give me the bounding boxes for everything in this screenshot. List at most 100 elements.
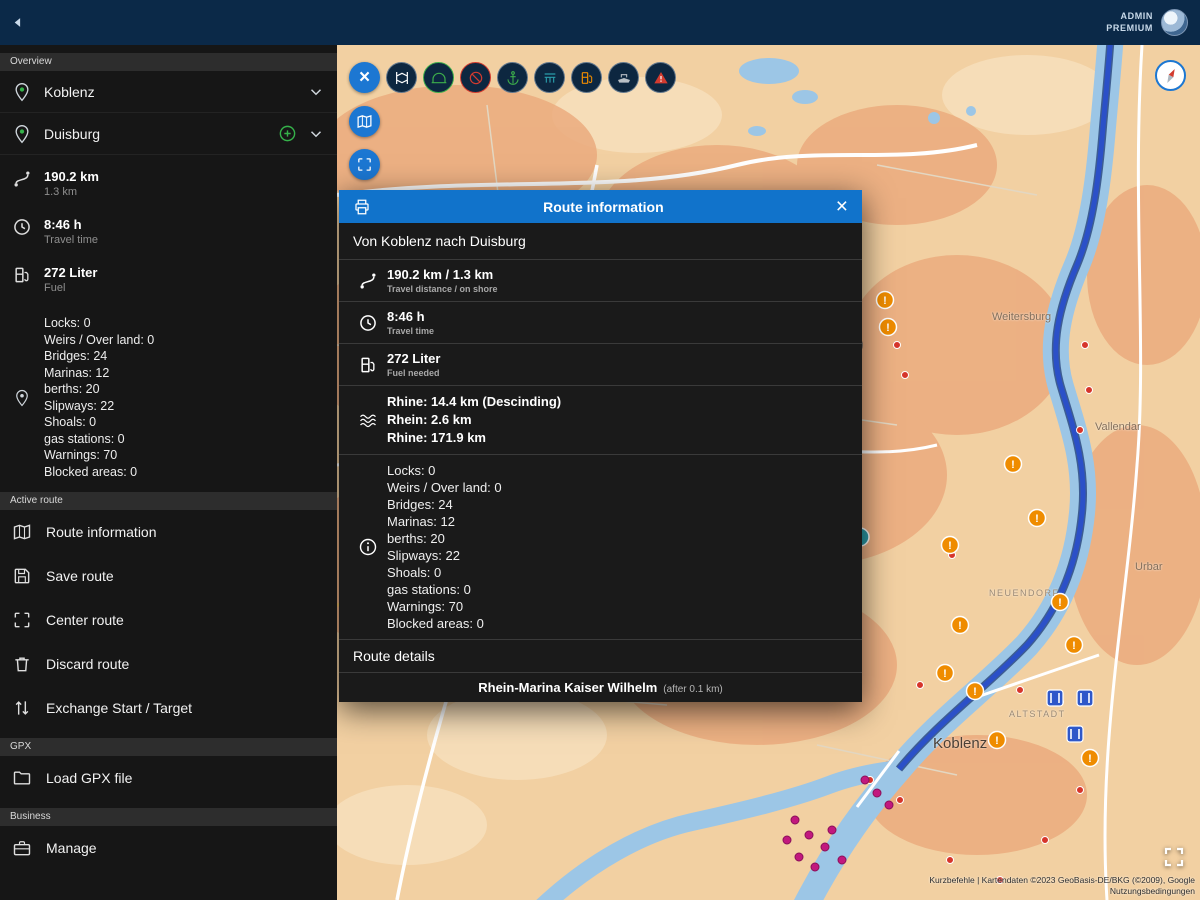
svg-text:!: ! — [995, 735, 999, 747]
dialog-fuel-row: 272 Liter Fuel needed — [339, 344, 862, 386]
terms-link[interactable]: Nutzungsbedingungen — [929, 886, 1195, 897]
close-filter-bar-button[interactable]: × — [349, 62, 380, 93]
dialog-time-value: 8:46 h — [387, 309, 434, 324]
center-route-icon — [12, 610, 32, 630]
route-counts-block: Locks: 0 Weirs / Over land: 0 Bridges: 2… — [0, 311, 337, 484]
route-information-dialog: Route information × Von Koblenz nach Dui… — [339, 190, 862, 702]
expand-arrows-icon — [1162, 845, 1186, 869]
section-gpx: GPX — [0, 738, 337, 756]
attribution-text: Kurzbefehle | Kartendaten ©2023 GeoBasis… — [929, 875, 1195, 886]
bridge-icon — [431, 70, 447, 86]
filter-restrictions-button[interactable] — [460, 62, 491, 93]
dialog-time-row: 8:46 h Travel time — [339, 302, 862, 344]
center-route-button[interactable]: Center route — [0, 598, 337, 642]
close-dialog-button[interactable]: × — [832, 196, 852, 217]
exchange-start-target-button[interactable]: Exchange Start / Target — [0, 686, 337, 730]
dialog-distance-row: 190.2 km / 1.3 km Travel distance / on s… — [339, 260, 862, 302]
fullscreen-button[interactable] — [1162, 845, 1186, 874]
anchor-icon — [505, 70, 521, 86]
svg-text:!: ! — [886, 322, 890, 334]
count-line: Slipways: 22 — [387, 547, 502, 564]
route-start-select[interactable]: Koblenz — [0, 71, 337, 113]
map-layers-button[interactable] — [349, 106, 380, 137]
waypoint-name: Rhein-Marina Kaiser Wilhelm — [478, 680, 657, 695]
route-details-label: Route details — [339, 640, 862, 673]
section-overview: Overview — [0, 53, 337, 71]
manage-button[interactable]: Manage — [0, 826, 337, 870]
clock-icon — [12, 217, 32, 237]
count-line: Blocked areas: 0 — [44, 464, 154, 481]
count-line: Slipways: 22 — [44, 398, 154, 415]
time-stat: 8:46 h Travel time — [0, 215, 337, 263]
waterway-line: Rhein: 2.6 km — [387, 411, 561, 429]
svg-text:!: ! — [943, 668, 947, 680]
layers-map-icon — [356, 113, 373, 130]
back-arrow-icon[interactable] — [12, 16, 25, 29]
route-summary: 190.2 km 1.3 km 8:46 h Travel time 272 — [0, 167, 337, 484]
ferry-icon — [616, 70, 632, 86]
count-line: Marinas: 12 — [44, 365, 154, 382]
route-summary-title: Von Koblenz nach Duisburg — [339, 223, 862, 260]
time-sub: Travel time — [44, 234, 98, 246]
filter-berths-button[interactable] — [534, 62, 565, 93]
count-line: Warnings: 70 — [387, 598, 502, 615]
count-line: berths: 20 — [44, 381, 154, 398]
fuel-sub: Fuel — [44, 282, 97, 294]
filter-fuel-button[interactable] — [571, 62, 602, 93]
waterway-line: Rhine: 171.9 km — [387, 429, 561, 447]
load-gpx-button[interactable]: Load GPX file — [0, 756, 337, 800]
first-waypoint-row[interactable]: Rhein-Marina Kaiser Wilhelm(after 0.1 km… — [339, 673, 862, 702]
swap-arrows-icon — [12, 698, 32, 718]
filter-marinas-button[interactable] — [497, 62, 528, 93]
place-label: NEUENDORF — [989, 588, 1060, 598]
app-window: ADMIN PREMIUM Overview Koblenz Duisburg — [0, 0, 1200, 900]
route-target-select[interactable]: Duisburg — [0, 113, 337, 155]
waves-icon — [349, 410, 387, 430]
place-label: Weitersburg — [992, 311, 1051, 323]
compass-button[interactable] — [1155, 60, 1186, 91]
filter-blocked-areas-button[interactable] — [645, 62, 676, 93]
count-line: gas stations: 0 — [387, 581, 502, 598]
dialog-waterways-row: Rhine: 14.4 km (Descinding) Rhein: 2.6 k… — [339, 386, 862, 455]
count-line: Warnings: 70 — [44, 447, 154, 464]
distance-value: 190.2 km — [44, 169, 99, 184]
account-tier-line2: PREMIUM — [1106, 23, 1153, 35]
svg-text:!: ! — [958, 620, 962, 632]
add-waypoint-icon[interactable] — [278, 124, 297, 143]
dialog-distance-sub: Travel distance / on shore — [387, 284, 498, 294]
filter-locks-button[interactable] — [386, 62, 417, 93]
route-information-button[interactable]: Route information — [0, 510, 337, 554]
poi-pin-icon — [12, 389, 32, 407]
start-value: Koblenz — [44, 84, 307, 100]
pier-icon — [542, 70, 558, 86]
discard-route-button[interactable]: Discard route — [0, 642, 337, 686]
fit-route-button[interactable] — [349, 149, 380, 180]
count-line: berths: 20 — [387, 530, 502, 547]
chevron-down-icon — [307, 125, 325, 143]
place-label: Vallendar — [1095, 421, 1141, 433]
count-line: Blocked areas: 0 — [387, 615, 502, 632]
svg-text:!: ! — [948, 540, 952, 552]
route-distance-icon — [349, 271, 387, 291]
fit-bounds-icon — [356, 156, 373, 173]
save-route-button[interactable]: Save route — [0, 554, 337, 598]
account-badge[interactable]: ADMIN PREMIUM — [1106, 9, 1188, 36]
print-button[interactable] — [349, 198, 375, 216]
fuel-pump-icon — [12, 265, 32, 285]
place-label: Urbar — [1135, 561, 1163, 573]
folder-icon — [12, 768, 32, 788]
svg-text:!: ! — [1072, 640, 1076, 652]
filter-bridges-button[interactable] — [423, 62, 454, 93]
svg-text:!: ! — [1035, 513, 1039, 525]
briefcase-icon — [12, 838, 32, 858]
filter-ferries-button[interactable] — [608, 62, 639, 93]
target-value: Duisburg — [44, 126, 278, 142]
map-attribution: Kurzbefehle | Kartendaten ©2023 GeoBasis… — [929, 875, 1195, 897]
section-business: Business — [0, 808, 337, 826]
trash-icon — [12, 654, 32, 674]
topbar: ADMIN PREMIUM — [0, 0, 1200, 45]
waterway-line: Rhine: 14.4 km (Descinding) — [387, 393, 561, 411]
compass-needle-icon — [1161, 66, 1181, 86]
poi-filter-toolbar: × — [349, 62, 676, 93]
info-icon — [349, 537, 387, 557]
